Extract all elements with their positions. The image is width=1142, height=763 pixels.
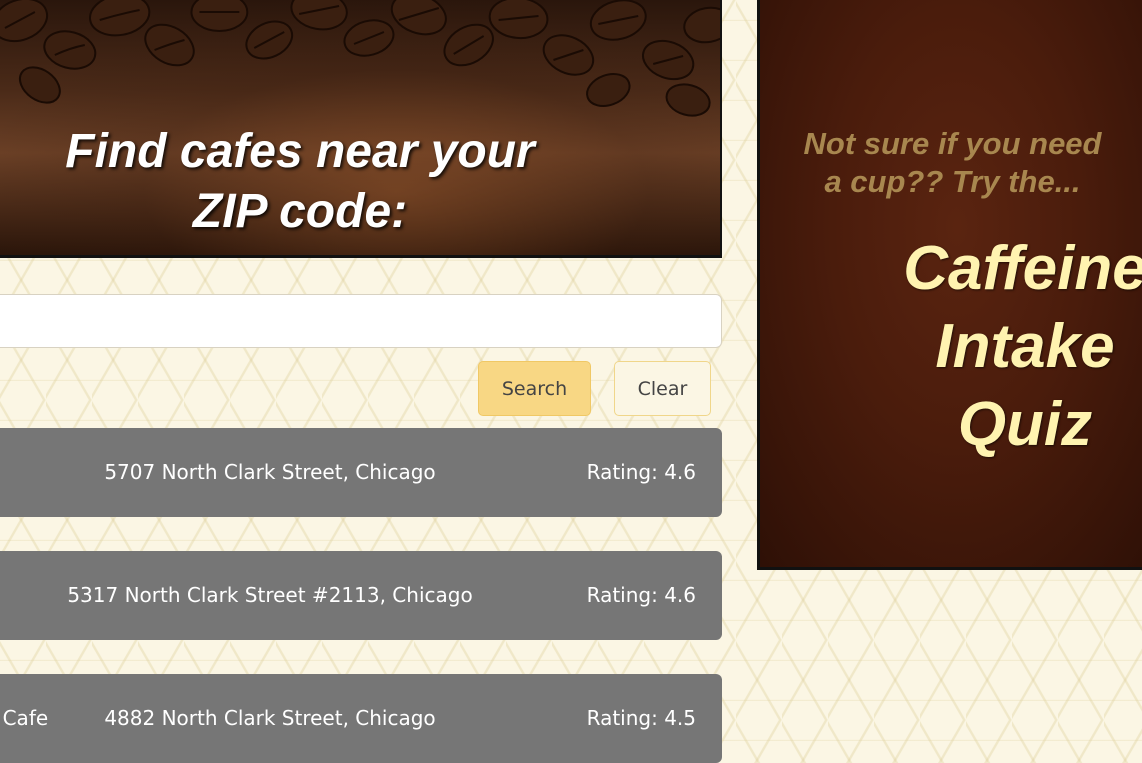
- quiz-teaser-line1: Not sure if you need: [803, 126, 1102, 161]
- quiz-title: Caffeine Intake Quiz: [760, 230, 1142, 464]
- cafe-address: 5317 North Clark Street #2113, Chicago: [67, 583, 473, 607]
- cafe-address: 5707 North Clark Street, Chicago: [104, 460, 436, 484]
- quiz-teaser: Not sure if you need a cup?? Try the...: [760, 125, 1142, 201]
- quiz-title-line2: Intake: [935, 312, 1115, 381]
- quiz-title-line1: Caffeine: [903, 234, 1142, 303]
- clear-button[interactable]: Clear: [614, 361, 711, 416]
- quiz-title-line3: Quiz: [957, 390, 1093, 459]
- hero-title-line1: Find cafes near your: [65, 125, 535, 178]
- hero-title-line2: ZIP code:: [192, 185, 408, 238]
- cafe-result-card[interactable]: 5707 North Clark Street, Chicago Rating:…: [0, 428, 722, 517]
- cafe-rating: Rating: 4.6: [586, 460, 696, 484]
- hero-banner: Find cafes near your ZIP code:: [0, 0, 722, 258]
- cafe-result-card[interactable]: 5317 North Clark Street #2113, Chicago R…: [0, 551, 722, 640]
- hero-title: Find cafes near your ZIP code:: [0, 122, 600, 242]
- quiz-teaser-line2: a cup?? Try the...: [824, 164, 1081, 199]
- caffeine-quiz-promo[interactable]: Not sure if you need a cup?? Try the... …: [757, 0, 1142, 570]
- cafe-result-card[interactable]: o Cafe 4882 North Clark Street, Chicago …: [0, 674, 722, 763]
- search-button[interactable]: Search: [478, 361, 591, 416]
- cafe-address: 4882 North Clark Street, Chicago: [104, 706, 436, 730]
- cafe-rating: Rating: 4.6: [586, 583, 696, 607]
- coffee-beans-image: [0, 0, 720, 117]
- cafe-rating: Rating: 4.5: [586, 706, 696, 730]
- zip-code-input[interactable]: [0, 294, 722, 348]
